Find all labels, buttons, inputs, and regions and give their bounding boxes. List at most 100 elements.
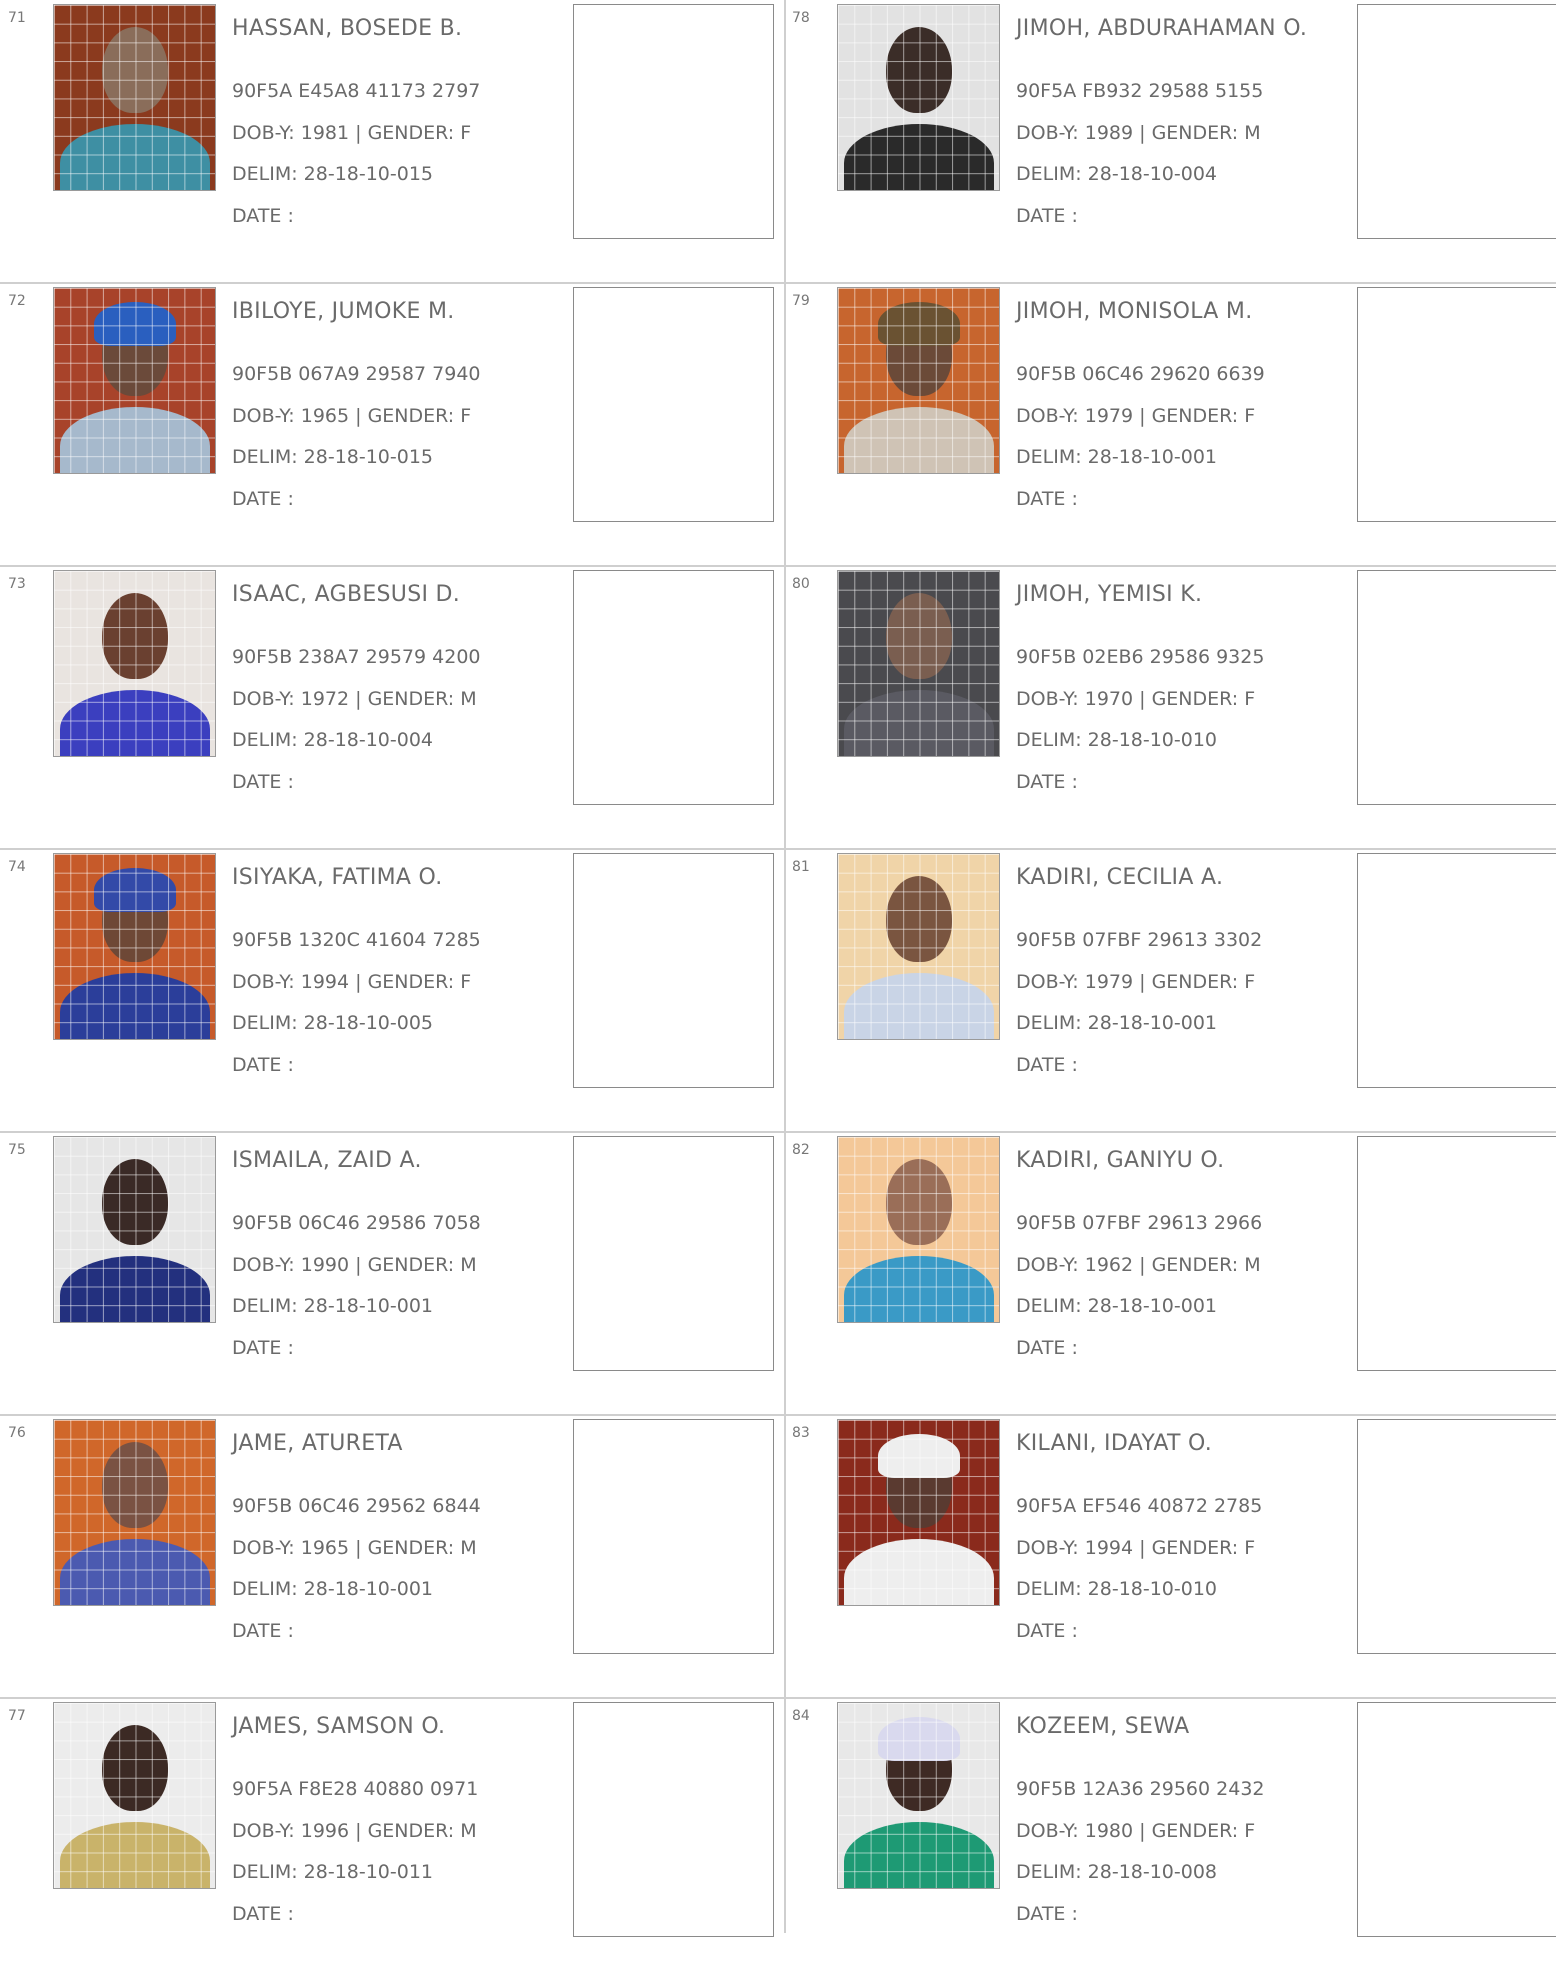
photo-watermark-grid: [54, 1703, 215, 1888]
delimitation-code: DELIM: 28-18-10-005: [232, 1012, 434, 1034]
voter-photo: [837, 4, 1000, 191]
thumbprint-box: [1357, 853, 1556, 1088]
voter-photo: [837, 1136, 1000, 1323]
voter-id-number: 90F5B 238A7 29579 4200: [232, 646, 481, 668]
delimitation-code: DELIM: 28-18-10-001: [232, 1295, 434, 1317]
photo-watermark-grid: [838, 1137, 999, 1322]
date-label: DATE :: [1016, 488, 1078, 510]
serial-number: 83: [792, 1425, 810, 1441]
voter-photo: [837, 1419, 1000, 1606]
thumbprint-box: [573, 570, 774, 805]
date-label: DATE :: [232, 771, 294, 793]
date-label: DATE :: [1016, 1337, 1078, 1359]
voter-record-card: 71 HASSAN, BOSEDE B. 90F5A E45A8 41173 279…: [0, 0, 784, 283]
voter-record-card: 81 KADIRI, CECILIA A. 90F5B 07FBF 29613 33…: [784, 849, 1556, 1132]
photo-watermark-grid: [838, 5, 999, 190]
date-label: DATE :: [232, 488, 294, 510]
delimitation-code: DELIM: 28-18-10-010: [1016, 729, 1218, 751]
photo-watermark-grid: [838, 1420, 999, 1605]
date-label: DATE :: [232, 1337, 294, 1359]
delimitation-code: DELIM: 28-18-10-004: [232, 729, 434, 751]
serial-number: 84: [792, 1708, 810, 1724]
serial-number: 74: [8, 859, 26, 875]
dob-gender: DOB-Y: 1980 | GENDER: F: [1016, 1820, 1256, 1842]
voter-record-card: 75 ISMAILA, ZAID A. 90F5B 06C46 29586 7058…: [0, 1132, 784, 1415]
voter-name: JAME, ATURETA: [232, 1431, 403, 1456]
voter-photo: [53, 1419, 216, 1606]
voter-id-number: 90F5B 1320C 41604 7285: [232, 929, 481, 951]
date-label: DATE :: [232, 1620, 294, 1642]
voter-record-card: 76 JAME, ATURETA 90F5B 06C46 29562 6844 DOB…: [0, 1415, 784, 1698]
dob-gender: DOB-Y: 1972 | GENDER: M: [232, 688, 477, 710]
dob-gender: DOB-Y: 1990 | GENDER: M: [232, 1254, 477, 1276]
dob-gender: DOB-Y: 1962 | GENDER: M: [1016, 1254, 1261, 1276]
thumbprint-box: [573, 4, 774, 239]
delimitation-code: DELIM: 28-18-10-015: [232, 163, 434, 185]
voter-id-number: 90F5B 06C46 29586 7058: [232, 1212, 481, 1234]
dob-gender: DOB-Y: 1965 | GENDER: F: [232, 405, 472, 427]
delimitation-code: DELIM: 28-18-10-001: [1016, 1012, 1218, 1034]
date-label: DATE :: [1016, 1620, 1078, 1642]
voter-name: ISAAC, AGBESUSI D.: [232, 582, 461, 607]
photo-watermark-grid: [54, 854, 215, 1039]
photo-watermark-grid: [838, 288, 999, 473]
voter-record-card: 82 KADIRI, GANIYU O. 90F5B 07FBF 29613 296…: [784, 1132, 1556, 1415]
voter-id-number: 90F5B 06C46 29562 6844: [232, 1495, 481, 1517]
date-label: DATE :: [1016, 1054, 1078, 1076]
serial-number: 82: [792, 1142, 810, 1158]
photo-watermark-grid: [54, 1137, 215, 1322]
voter-record-card: 73 ISAAC, AGBESUSI D. 90F5B 238A7 29579 42…: [0, 566, 784, 849]
dob-gender: DOB-Y: 1981 | GENDER: F: [232, 122, 472, 144]
date-label: DATE :: [1016, 1903, 1078, 1925]
thumbprint-box: [573, 1702, 774, 1937]
voter-name: KOZEEM, SEWA: [1016, 1714, 1190, 1739]
thumbprint-box: [1357, 4, 1556, 239]
photo-watermark-grid: [838, 854, 999, 1039]
serial-number: 78: [792, 10, 810, 26]
thumbprint-box: [573, 1419, 774, 1654]
thumbprint-box: [1357, 1136, 1556, 1371]
voter-name: JIMOH, YEMISI K.: [1016, 582, 1203, 607]
thumbprint-box: [1357, 1419, 1556, 1654]
delimitation-code: DELIM: 28-18-10-011: [232, 1861, 434, 1883]
voter-register-sheet: 71 HASSAN, BOSEDE B. 90F5A E45A8 41173 279…: [0, 0, 1556, 1937]
dob-gender: DOB-Y: 1979 | GENDER: F: [1016, 971, 1256, 993]
serial-number: 75: [8, 1142, 26, 1158]
date-label: DATE :: [1016, 771, 1078, 793]
voter-photo: [837, 853, 1000, 1040]
thumbprint-box: [1357, 570, 1556, 805]
date-label: DATE :: [232, 1903, 294, 1925]
delimitation-code: DELIM: 28-18-10-001: [1016, 446, 1218, 468]
voter-id-number: 90F5A E45A8 41173 2797: [232, 80, 481, 102]
voter-record-card: 84 KOZEEM, SEWA 90F5B 12A36 29560 2432 DOB-…: [784, 1698, 1556, 1981]
voter-record-card: 74 ISIYAKA, FATIMA O. 90F5B 1320C 41604 72…: [0, 849, 784, 1132]
voter-photo: [53, 4, 216, 191]
voter-id-number: 90F5B 02EB6 29586 9325: [1016, 646, 1265, 668]
dob-gender: DOB-Y: 1994 | GENDER: F: [1016, 1537, 1256, 1559]
serial-number: 71: [8, 10, 26, 26]
serial-number: 76: [8, 1425, 26, 1441]
photo-watermark-grid: [54, 1420, 215, 1605]
voter-photo: [53, 570, 216, 757]
voter-name: JIMOH, MONISOLA M.: [1016, 299, 1253, 324]
photo-watermark-grid: [54, 5, 215, 190]
serial-number: 73: [8, 576, 26, 592]
serial-number: 80: [792, 576, 810, 592]
dob-gender: DOB-Y: 1979 | GENDER: F: [1016, 405, 1256, 427]
serial-number: 77: [8, 1708, 26, 1724]
dob-gender: DOB-Y: 1994 | GENDER: F: [232, 971, 472, 993]
delimitation-code: DELIM: 28-18-10-001: [1016, 1295, 1218, 1317]
serial-number: 72: [8, 293, 26, 309]
photo-watermark-grid: [54, 571, 215, 756]
voter-record-card: 83 KILANI, IDAYAT O. 90F5A EF546 40872 278…: [784, 1415, 1556, 1698]
voter-name: JIMOH, ABDURAHAMAN O.: [1016, 16, 1308, 41]
voter-photo: [837, 287, 1000, 474]
date-label: DATE :: [232, 1054, 294, 1076]
delimitation-code: DELIM: 28-18-10-015: [232, 446, 434, 468]
voter-id-number: 90F5B 07FBF 29613 3302: [1016, 929, 1263, 951]
voter-photo: [53, 287, 216, 474]
voter-name: KADIRI, GANIYU O.: [1016, 1148, 1225, 1173]
dob-gender: DOB-Y: 1996 | GENDER: M: [232, 1820, 477, 1842]
photo-watermark-grid: [54, 288, 215, 473]
delimitation-code: DELIM: 28-18-10-010: [1016, 1578, 1218, 1600]
